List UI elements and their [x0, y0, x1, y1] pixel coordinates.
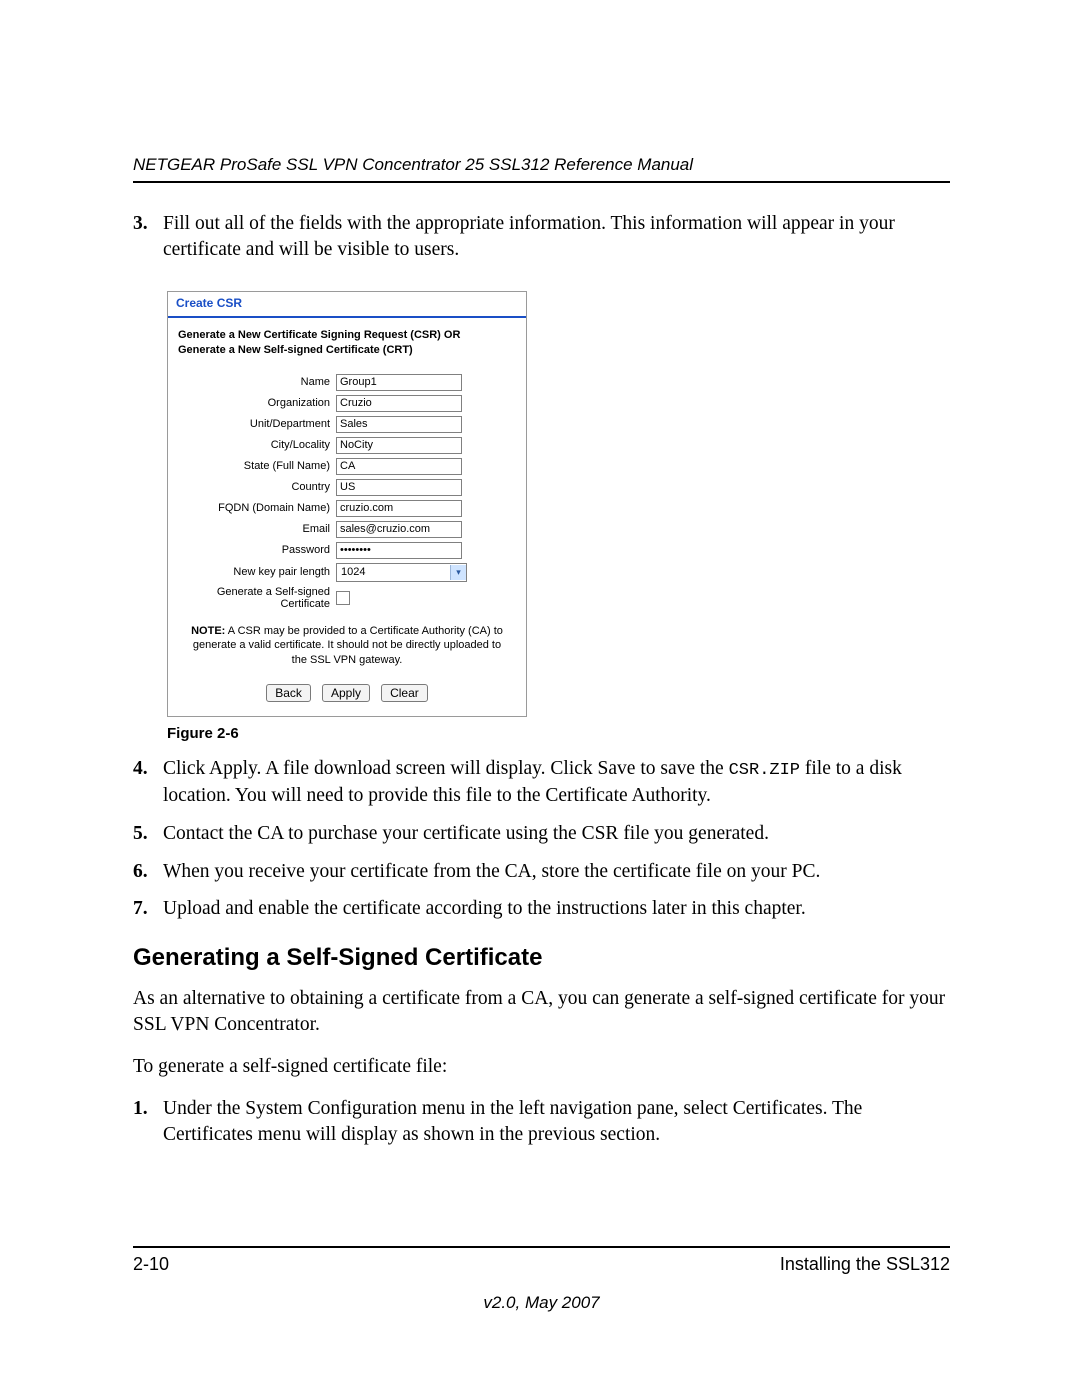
header-rule — [133, 181, 950, 183]
password-field[interactable] — [336, 542, 462, 559]
step-text: Click Apply. A file download screen will… — [163, 756, 950, 809]
step-number: 5. — [133, 821, 163, 847]
step-text: When you receive your certificate from t… — [163, 859, 950, 885]
name-field[interactable] — [336, 374, 462, 391]
section-paragraph: To generate a self-signed certificate fi… — [133, 1054, 950, 1080]
csr-subtitle-line1: Generate a New Certificate Signing Reque… — [178, 329, 460, 341]
step-number: 3. — [133, 211, 163, 263]
note-text: A CSR may be provided to a Certificate A… — [193, 625, 503, 667]
section-heading: Generating a Self-Signed Certificate — [133, 944, 950, 972]
step-number: 4. — [133, 756, 163, 809]
figure-create-csr: Create CSR Generate a New Certificate Si… — [167, 291, 950, 717]
label-unit: Unit/Department — [178, 418, 336, 430]
keylen-value: 1024 — [341, 566, 365, 578]
fqdn-field[interactable] — [336, 500, 462, 517]
doc-header-title: NETGEAR ProSafe SSL VPN Concentrator 25 … — [133, 155, 950, 175]
selfsigned-checkbox[interactable] — [336, 591, 350, 605]
footer-rule — [133, 1246, 950, 1248]
label-city: City/Locality — [178, 439, 336, 451]
step-number: 7. — [133, 896, 163, 922]
csr-zip-filename: CSR.ZIP — [729, 761, 800, 780]
city-field[interactable] — [336, 437, 462, 454]
label-fqdn: FQDN (Domain Name) — [178, 502, 336, 514]
organization-field[interactable] — [336, 395, 462, 412]
figure-caption: Figure 2-6 — [167, 725, 950, 742]
step-number: 1. — [133, 1096, 163, 1148]
doc-version: v2.0, May 2007 — [133, 1293, 950, 1313]
keylen-select[interactable]: 1024 ▾ — [336, 563, 467, 582]
label-country: Country — [178, 481, 336, 493]
state-field[interactable] — [336, 458, 462, 475]
step-text: Fill out all of the fields with the appr… — [163, 211, 950, 263]
csr-note: NOTE: A CSR may be provided to a Certifi… — [187, 624, 507, 669]
label-password: Password — [178, 544, 336, 556]
clear-button[interactable]: Clear — [381, 684, 428, 702]
label-state: State (Full Name) — [178, 460, 336, 472]
csr-panel-title: Create CSR — [168, 292, 526, 318]
note-label: NOTE: — [191, 625, 225, 637]
back-button[interactable]: Back — [266, 684, 311, 702]
label-keylen: New key pair length — [178, 566, 336, 578]
step-number: 6. — [133, 859, 163, 885]
apply-button[interactable]: Apply — [322, 684, 370, 702]
step-text: Upload and enable the certificate accord… — [163, 896, 950, 922]
email-field[interactable] — [336, 521, 462, 538]
chapter-title: Installing the SSL312 — [780, 1254, 950, 1275]
csr-subtitle: Generate a New Certificate Signing Reque… — [178, 328, 516, 358]
country-field[interactable] — [336, 479, 462, 496]
label-organization: Organization — [178, 397, 336, 409]
label-selfsigned: Generate a Self-signed Certificate — [178, 586, 336, 610]
chevron-down-icon: ▾ — [450, 565, 466, 580]
label-email: Email — [178, 523, 336, 535]
csr-subtitle-line2: Generate a New Self-signed Certificate (… — [178, 344, 413, 356]
section-paragraph: As an alternative to obtaining a certifi… — [133, 986, 950, 1038]
page-number: 2-10 — [133, 1254, 169, 1275]
unit-field[interactable] — [336, 416, 462, 433]
label-name: Name — [178, 376, 336, 388]
step-text: Under the System Configuration menu in t… — [163, 1096, 950, 1148]
step4-text-a: Click Apply. A file download screen will… — [163, 758, 729, 779]
step-text: Contact the CA to purchase your certific… — [163, 821, 950, 847]
